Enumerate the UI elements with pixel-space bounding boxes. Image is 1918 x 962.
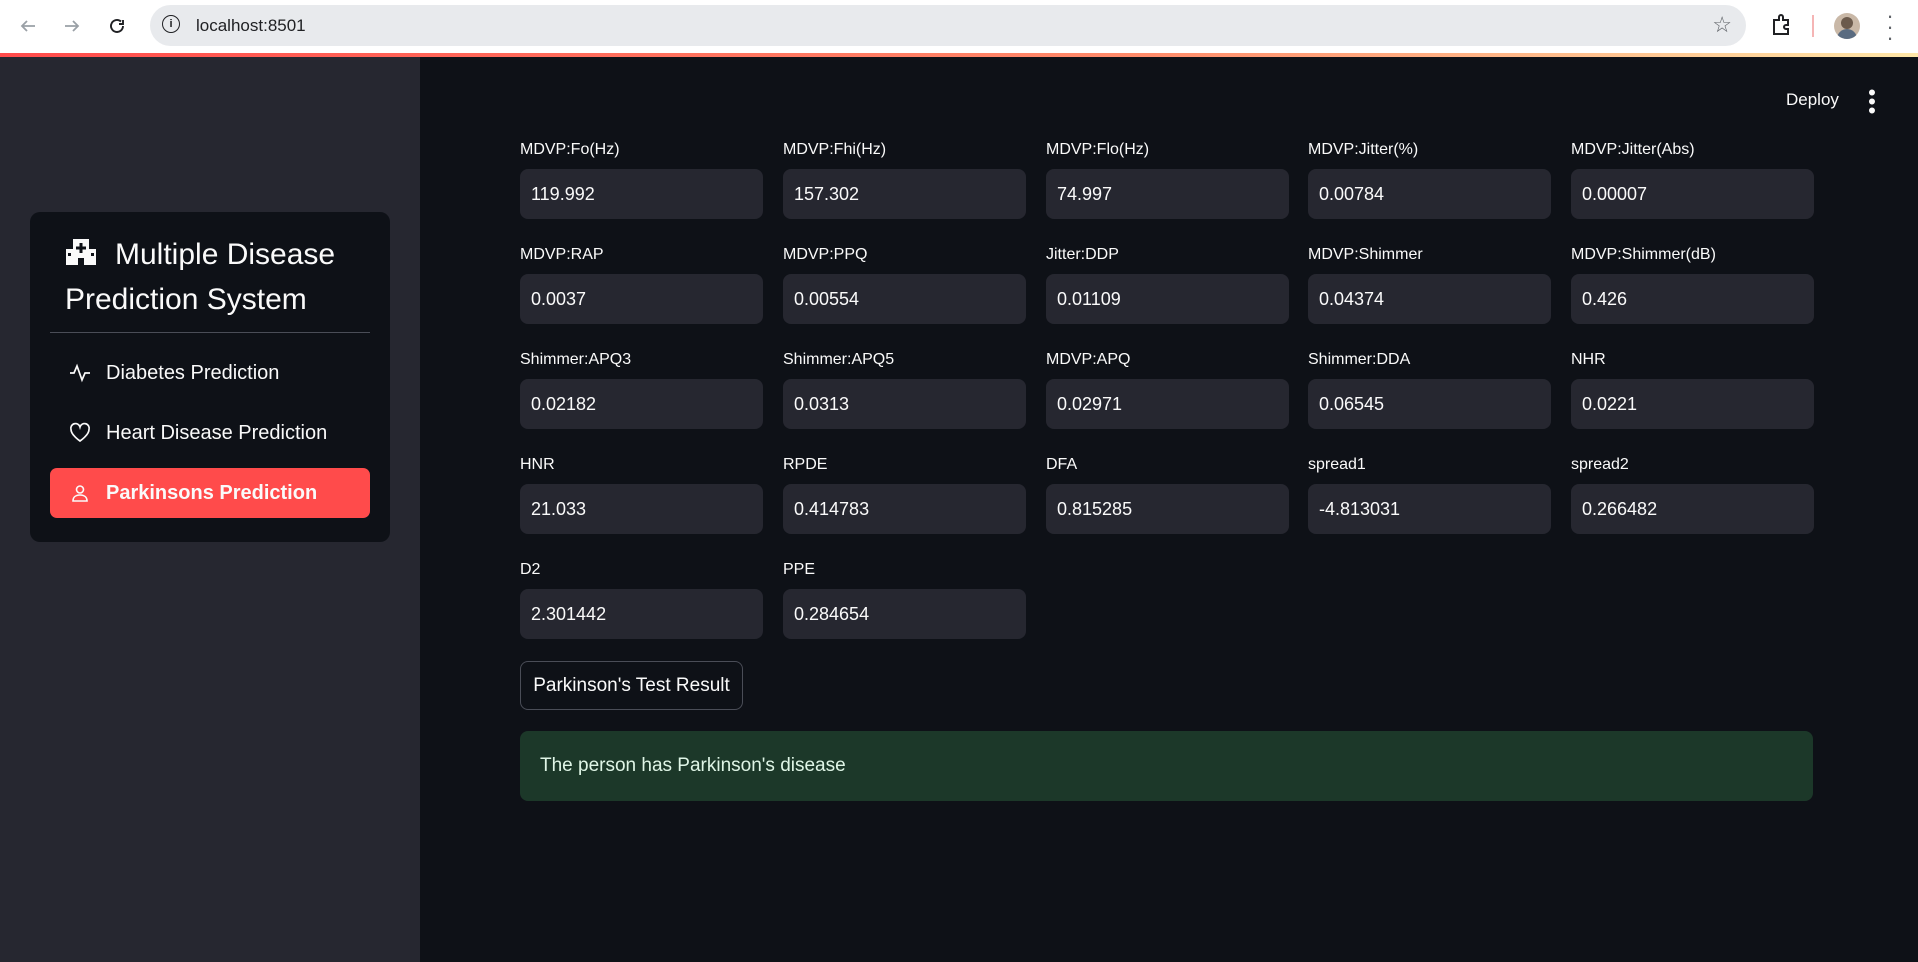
field-label: MDVP:Shimmer (1308, 246, 1423, 263)
field-input[interactable]: 0.04374 (1308, 274, 1551, 324)
number-input-field: MDVP:RAP 0.0037 (520, 245, 763, 324)
number-input-field: DFA 0.815285 (1046, 455, 1289, 534)
field-label: Jitter:DDP (1046, 246, 1119, 263)
number-input-field: Shimmer:APQ5 0.0313 (783, 350, 1026, 429)
number-input-field: D2 2.301442 (520, 560, 763, 639)
field-label: MDVP:RAP (520, 246, 604, 263)
field-input[interactable]: 0.00784 (1308, 169, 1551, 219)
field-input[interactable]: 0.815285 (1046, 484, 1289, 534)
star-icon[interactable]: ☆ (1712, 12, 1732, 38)
address-bar[interactable]: i localhost:8501 ☆ (150, 5, 1746, 46)
field-input[interactable]: 0.01109 (1046, 274, 1289, 324)
field-input[interactable]: 0.02182 (520, 379, 763, 429)
field-label: RPDE (783, 456, 828, 473)
field-label: HNR (520, 456, 555, 473)
number-input-field: NHR 0.0221 (1571, 350, 1814, 429)
sidebar: Multiple Disease Prediction System Diabe… (0, 57, 420, 962)
person-icon (68, 481, 92, 505)
field-label: MDVP:Fhi(Hz) (783, 141, 887, 158)
field-input[interactable]: 0.06545 (1308, 379, 1551, 429)
option-menu: Multiple Disease Prediction System Diabe… (30, 212, 390, 542)
field-label: MDVP:Jitter(Abs) (1571, 141, 1695, 158)
field-input[interactable]: 21.033 (520, 484, 763, 534)
forward-arrow-icon[interactable] (58, 12, 86, 40)
menu-item-heart[interactable]: Heart Disease Prediction (50, 408, 370, 458)
hospital-icon (65, 235, 97, 265)
field-input[interactable]: 0.00007 (1571, 169, 1814, 219)
number-input-field: MDVP:PPQ 0.00554 (783, 245, 1026, 324)
more-vert-icon[interactable]: · · · (1884, 5, 1896, 49)
profile-avatar[interactable] (1834, 13, 1860, 39)
number-input-field: Shimmer:APQ3 0.02182 (520, 350, 763, 429)
menu-item-diabetes[interactable]: Diabetes Prediction (50, 348, 370, 398)
menu-item-parkinsons[interactable]: Parkinsons Prediction (50, 468, 370, 518)
field-label: Shimmer:DDA (1308, 351, 1411, 368)
field-label: MDVP:APQ (1046, 351, 1131, 368)
field-input[interactable]: 0.414783 (783, 484, 1026, 534)
field-label: MDVP:Shimmer(dB) (1571, 246, 1716, 263)
field-input[interactable]: 74.997 (1046, 169, 1289, 219)
success-alert: The person has Parkinson's disease (520, 731, 1813, 801)
field-input[interactable]: 119.992 (520, 169, 763, 219)
menu-item-label: Parkinsons Prediction (106, 481, 318, 504)
number-input-field: HNR 21.033 (520, 455, 763, 534)
field-input[interactable]: 2.301442 (520, 589, 763, 639)
menu-item-label: Diabetes Prediction (106, 361, 280, 384)
field-label: MDVP:Flo(Hz) (1046, 141, 1150, 158)
number-input-field: MDVP:Shimmer(dB) 0.426 (1571, 245, 1814, 324)
number-input-field: MDVP:Jitter(Abs) 0.00007 (1571, 140, 1814, 219)
field-input[interactable]: 0.00554 (783, 274, 1026, 324)
field-label: DFA (1046, 456, 1078, 473)
menu-item-label: Heart Disease Prediction (106, 421, 328, 444)
field-input[interactable]: 0.0221 (1571, 379, 1814, 429)
number-input-field: MDVP:APQ 0.02971 (1046, 350, 1289, 429)
field-label: Shimmer:APQ5 (783, 351, 895, 368)
number-input-field: Shimmer:DDA 0.06545 (1308, 350, 1551, 429)
number-input-field: MDVP:Shimmer 0.04374 (1308, 245, 1551, 324)
activity-icon (68, 361, 92, 385)
url-text[interactable]: localhost:8501 (196, 16, 306, 36)
number-input-field: MDVP:Fo(Hz) 119.992 (520, 140, 763, 219)
extensions-icon[interactable] (1769, 12, 1795, 38)
field-input[interactable]: -4.813031 (1308, 484, 1551, 534)
field-label: spread1 (1308, 456, 1366, 473)
field-label: D2 (520, 561, 541, 578)
field-input[interactable]: 0.0037 (520, 274, 763, 324)
field-label: NHR (1571, 351, 1606, 368)
field-input[interactable]: 0.426 (1571, 274, 1814, 324)
field-label: MDVP:PPQ (783, 246, 868, 263)
field-label: MDVP:Fo(Hz) (520, 141, 620, 158)
heart-icon (68, 421, 92, 445)
field-label: spread2 (1571, 456, 1629, 473)
app-menu-icon[interactable]: • • • (1866, 82, 1878, 122)
field-label: PPE (783, 561, 816, 578)
menu-title-text: Multiple Disease Prediction System (65, 238, 336, 316)
info-icon[interactable]: i (162, 15, 180, 33)
number-input-field: spread1 -4.813031 (1308, 455, 1551, 534)
number-input-field: MDVP:Flo(Hz) 74.997 (1046, 140, 1289, 219)
menu-title: Multiple Disease Prediction System (65, 232, 365, 322)
menu-divider (50, 332, 370, 333)
deploy-button[interactable]: Deploy (1786, 90, 1839, 110)
field-input[interactable]: 0.284654 (783, 589, 1026, 639)
field-label: MDVP:Jitter(%) (1308, 141, 1419, 158)
field-input[interactable]: 0.266482 (1571, 484, 1814, 534)
number-input-field: spread2 0.266482 (1571, 455, 1814, 534)
browser-toolbar: i localhost:8501 ☆ · · · (0, 0, 1918, 57)
field-input[interactable]: 157.302 (783, 169, 1026, 219)
number-input-field: MDVP:Jitter(%) 0.00784 (1308, 140, 1551, 219)
number-input-field: MDVP:Fhi(Hz) 157.302 (783, 140, 1026, 219)
toolbar-separator (1812, 15, 1814, 37)
number-input-field: RPDE 0.414783 (783, 455, 1026, 534)
test-result-button[interactable]: Parkinson's Test Result (520, 661, 743, 710)
reload-icon[interactable] (103, 12, 131, 40)
back-arrow-icon[interactable] (14, 12, 42, 40)
field-input[interactable]: 0.0313 (783, 379, 1026, 429)
number-input-field: PPE 0.284654 (783, 560, 1026, 639)
field-label: Shimmer:APQ3 (520, 351, 632, 368)
number-input-field: Jitter:DDP 0.01109 (1046, 245, 1289, 324)
field-input[interactable]: 0.02971 (1046, 379, 1289, 429)
